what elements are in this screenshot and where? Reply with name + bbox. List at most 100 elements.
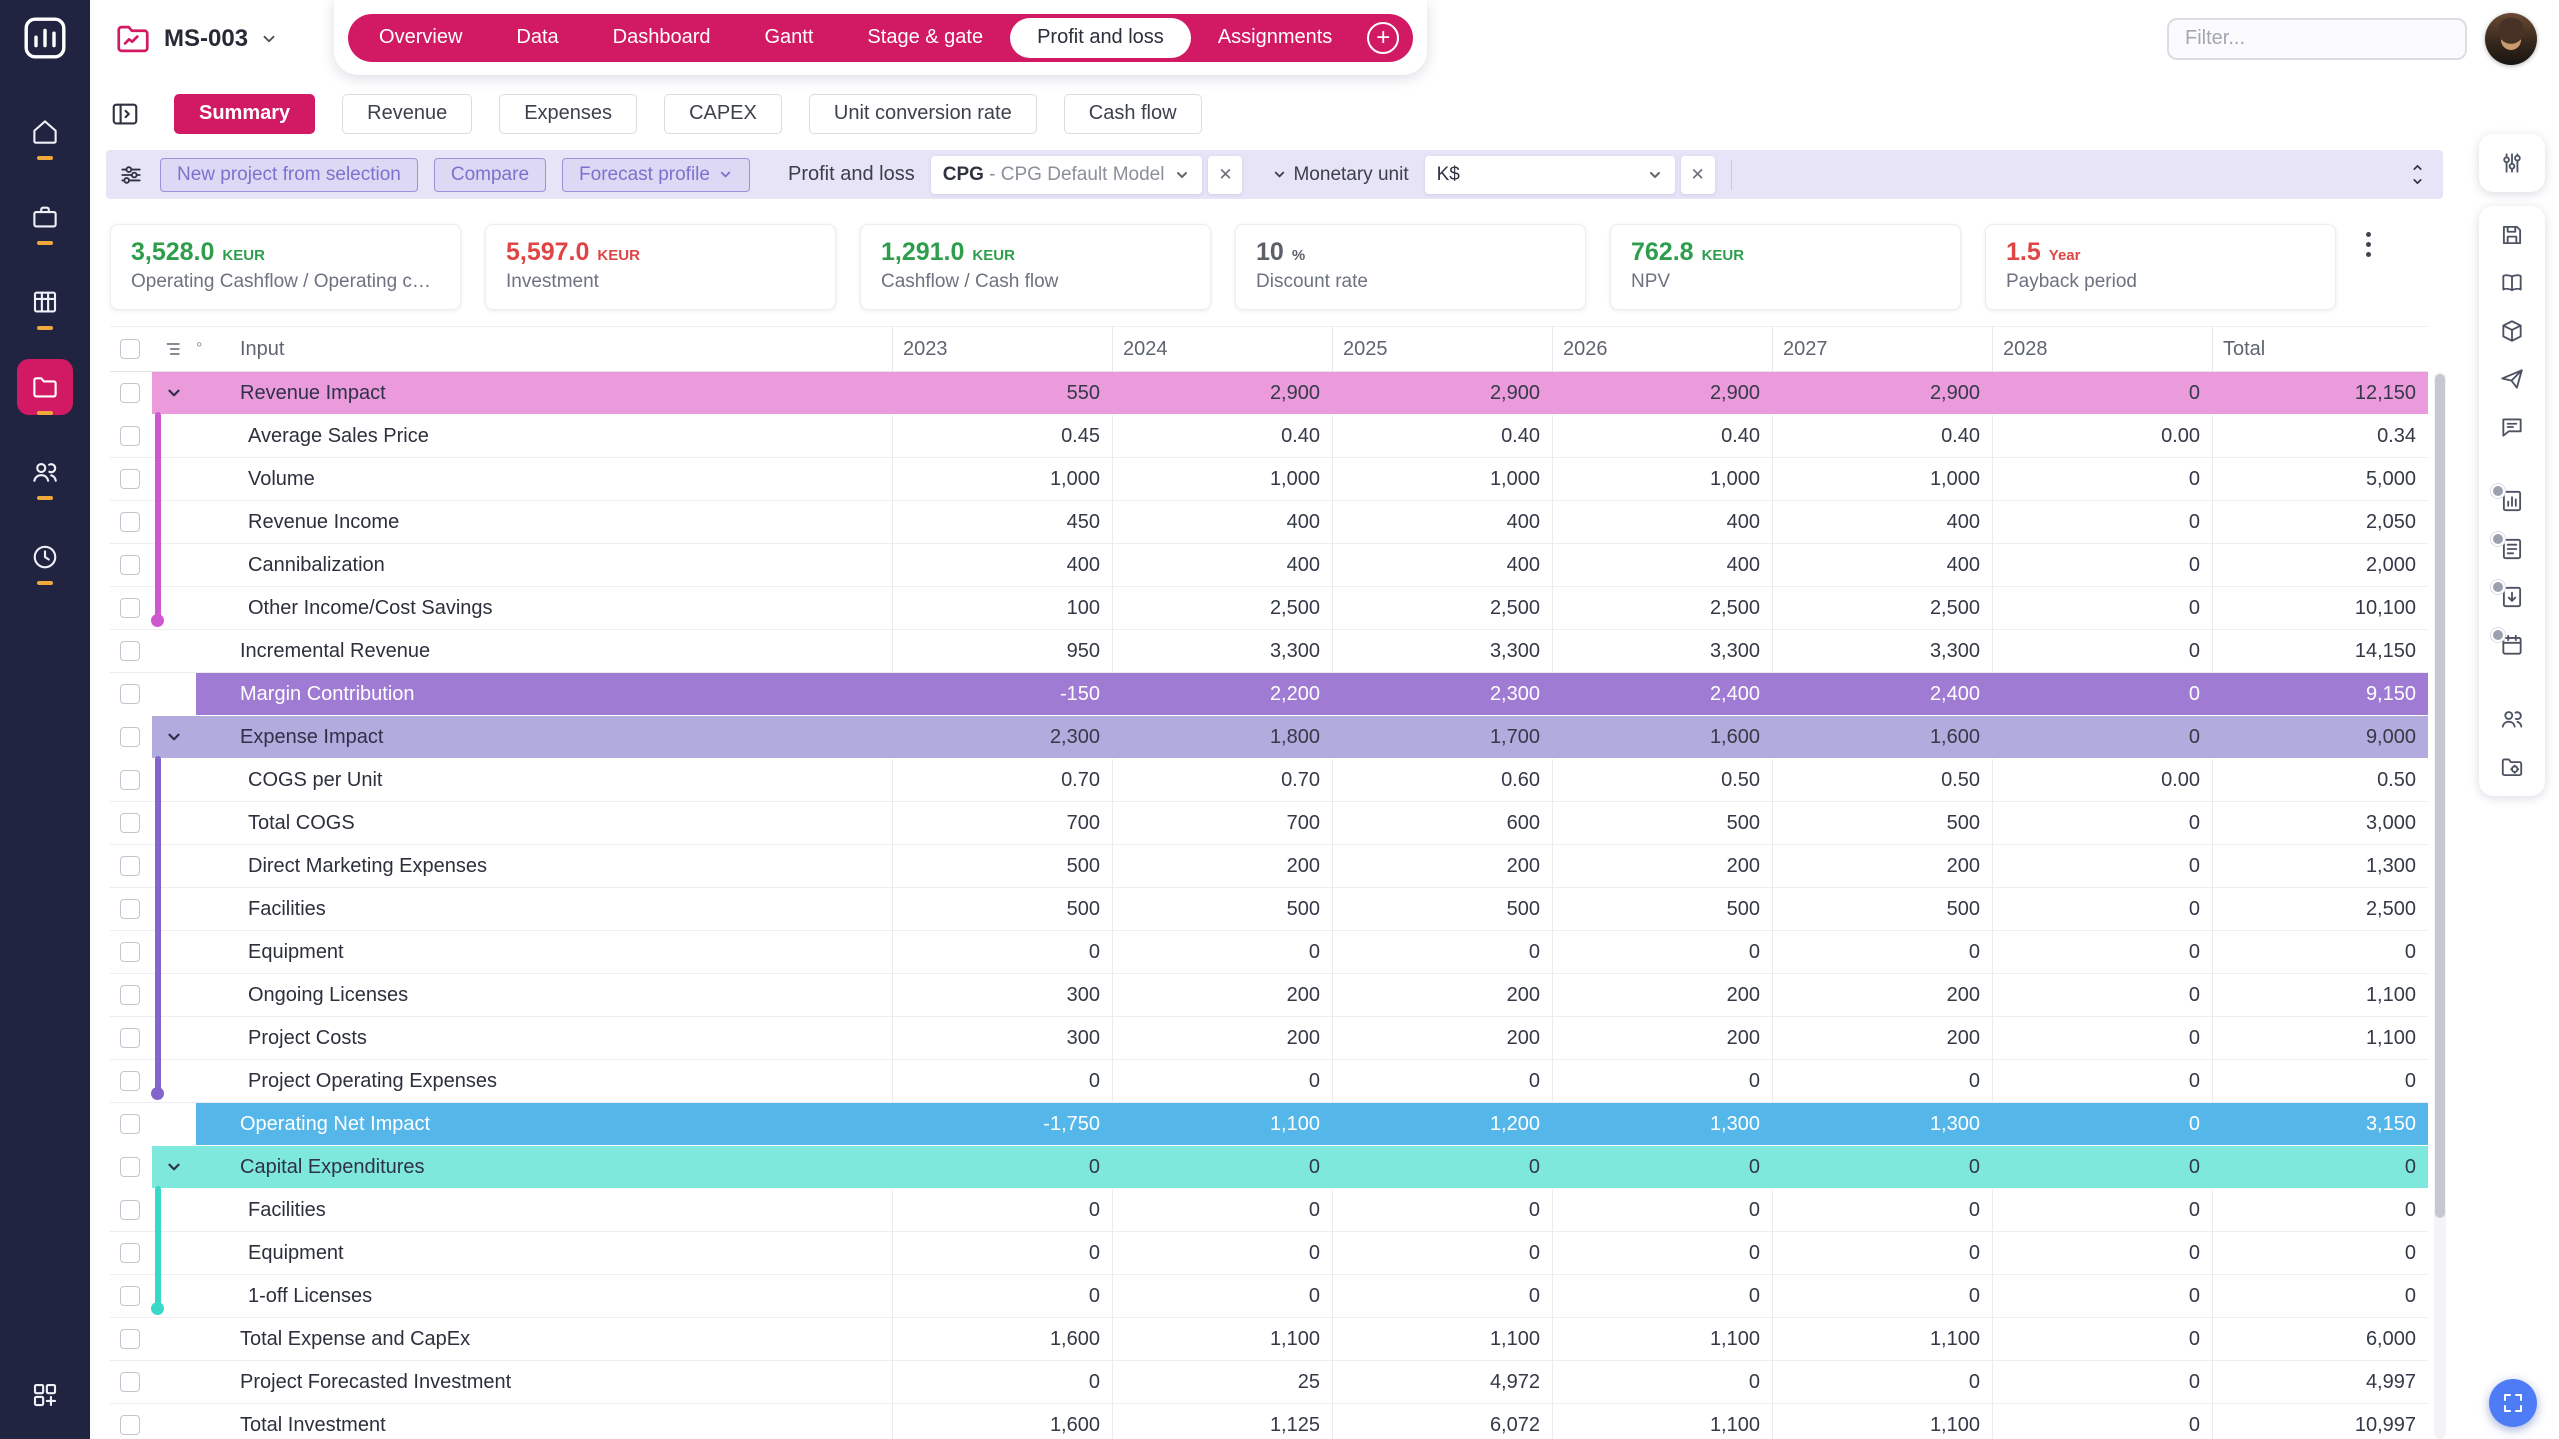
table-row[interactable]: Facilities50050050050050002,500 bbox=[110, 888, 2428, 931]
comments-icon[interactable] bbox=[2499, 414, 2525, 440]
table-row[interactable]: 1-off Licenses0000000 bbox=[110, 1275, 2428, 1318]
panel-toggle-button[interactable] bbox=[110, 99, 140, 129]
team-icon[interactable] bbox=[2499, 706, 2525, 732]
filter-sliders-icon[interactable] bbox=[118, 162, 144, 188]
project-settings-icon[interactable] bbox=[2499, 754, 2525, 780]
row-checkbox[interactable] bbox=[120, 1071, 140, 1091]
row-checkbox[interactable] bbox=[120, 770, 140, 790]
row-checkbox[interactable] bbox=[120, 899, 140, 919]
row-checkbox[interactable] bbox=[120, 383, 140, 403]
collapse-group-icon[interactable] bbox=[165, 728, 183, 746]
row-checkbox[interactable] bbox=[120, 641, 140, 661]
table-row[interactable]: Margin Contribution-1502,2002,3002,4002,… bbox=[110, 673, 2428, 716]
table-row[interactable]: Direct Marketing Expenses500200200200200… bbox=[110, 845, 2428, 888]
nav-tab[interactable]: Overview bbox=[352, 14, 489, 62]
row-checkbox[interactable] bbox=[120, 1114, 140, 1134]
column-header-2026[interactable]: 2026 bbox=[1552, 327, 1772, 371]
nav-tab[interactable]: Stage & gate bbox=[840, 14, 1010, 62]
hierarchy-icon[interactable] bbox=[164, 339, 184, 359]
column-header-2024[interactable]: 2024 bbox=[1112, 327, 1332, 371]
table-row[interactable]: Ongoing Licenses30020020020020001,100 bbox=[110, 974, 2428, 1017]
column-header-total[interactable]: Total bbox=[2212, 327, 2428, 371]
row-checkbox[interactable] bbox=[120, 942, 140, 962]
report-export-icon[interactable] bbox=[2499, 584, 2525, 610]
nav-tab[interactable]: Gantt bbox=[738, 14, 841, 62]
project-switcher[interactable]: MS-003 bbox=[114, 20, 278, 58]
nav-tab[interactable]: Dashboard bbox=[586, 14, 738, 62]
add-tab-button[interactable]: + bbox=[1367, 22, 1399, 54]
collapse-group-icon[interactable] bbox=[165, 1158, 183, 1176]
report-chart-icon[interactable] bbox=[2499, 488, 2525, 514]
sub-tab[interactable]: Revenue bbox=[342, 94, 472, 134]
table-row[interactable]: Facilities0000000 bbox=[110, 1189, 2428, 1232]
column-header-input[interactable]: Input bbox=[222, 327, 892, 371]
report-file-icon[interactable] bbox=[2499, 536, 2525, 562]
table-row[interactable]: Capital Expenditures0000000 bbox=[110, 1146, 2428, 1189]
unit-select[interactable]: K$ bbox=[1425, 156, 1675, 194]
table-row[interactable]: Equipment0000000 bbox=[110, 931, 2428, 974]
row-checkbox[interactable] bbox=[120, 1157, 140, 1177]
table-row[interactable]: Project Costs30020020020020001,100 bbox=[110, 1017, 2428, 1060]
table-row[interactable]: Expense Impact2,3001,8001,7001,6001,6000… bbox=[110, 716, 2428, 759]
send-icon[interactable] bbox=[2499, 366, 2525, 392]
row-checkbox[interactable] bbox=[120, 512, 140, 532]
table-row[interactable]: Total COGS70070060050050003,000 bbox=[110, 802, 2428, 845]
table-row[interactable]: Incremental Revenue9503,3003,3003,3003,3… bbox=[110, 630, 2428, 673]
table-row[interactable]: Other Income/Cost Savings1002,5002,5002,… bbox=[110, 587, 2428, 630]
row-checkbox[interactable] bbox=[120, 1329, 140, 1349]
row-checkbox[interactable] bbox=[120, 1200, 140, 1220]
column-header-2027[interactable]: 2027 bbox=[1772, 327, 1992, 371]
table-row[interactable]: Project Forecasted Investment0254,972000… bbox=[110, 1361, 2428, 1404]
scrollbar-thumb[interactable] bbox=[2435, 374, 2445, 1218]
row-checkbox[interactable] bbox=[120, 1372, 140, 1392]
row-checkbox[interactable] bbox=[120, 684, 140, 704]
documentation-book-icon[interactable] bbox=[2499, 270, 2525, 296]
toolbar-button[interactable]: New project from selection bbox=[160, 158, 418, 192]
column-header-2028[interactable]: 2028 bbox=[1992, 327, 2212, 371]
nav-tab[interactable]: Profit and loss bbox=[1010, 18, 1191, 58]
sub-tab[interactable]: Unit conversion rate bbox=[809, 94, 1037, 134]
sidebar-item-projects[interactable] bbox=[17, 189, 73, 245]
table-row[interactable]: Operating Net Impact-1,7501,1001,2001,30… bbox=[110, 1103, 2428, 1146]
row-checkbox[interactable] bbox=[120, 856, 140, 876]
report-calendar-icon[interactable] bbox=[2499, 632, 2525, 658]
tune-icon[interactable] bbox=[2499, 150, 2525, 176]
toolbar-button[interactable]: Compare bbox=[434, 158, 546, 192]
model-select[interactable]: CPG - CPG Default Model bbox=[931, 156, 1203, 194]
toolbar-button[interactable]: Forecast profile bbox=[562, 158, 750, 192]
select-all-checkbox[interactable] bbox=[120, 339, 140, 359]
table-row[interactable]: COGS per Unit0.700.700.600.500.500.000.5… bbox=[110, 759, 2428, 802]
table-row[interactable]: Volume1,0001,0001,0001,0001,00005,000 bbox=[110, 458, 2428, 501]
row-checkbox[interactable] bbox=[120, 1243, 140, 1263]
sub-tab[interactable]: Summary bbox=[174, 94, 315, 134]
sidebar-item-home[interactable] bbox=[17, 104, 73, 160]
package-icon[interactable] bbox=[2499, 318, 2525, 344]
row-checkbox[interactable] bbox=[120, 598, 140, 618]
nav-tab[interactable]: Data bbox=[489, 14, 585, 62]
table-row[interactable]: Revenue Income45040040040040002,050 bbox=[110, 501, 2428, 544]
sidebar-item-resources[interactable] bbox=[17, 444, 73, 500]
row-checkbox[interactable] bbox=[120, 727, 140, 747]
sidebar-item-folders[interactable] bbox=[17, 359, 73, 415]
table-row[interactable]: Revenue Impact5502,9002,9002,9002,900012… bbox=[110, 372, 2428, 415]
row-checkbox[interactable] bbox=[120, 1286, 140, 1306]
sidebar-item-portfolio[interactable] bbox=[17, 274, 73, 330]
row-checkbox[interactable] bbox=[120, 1028, 140, 1048]
kpi-menu-button[interactable] bbox=[2366, 232, 2371, 257]
row-checkbox[interactable] bbox=[120, 1415, 140, 1435]
row-checkbox[interactable] bbox=[120, 555, 140, 575]
row-checkbox[interactable] bbox=[120, 426, 140, 446]
clear-unit-button[interactable]: ✕ bbox=[1681, 156, 1715, 194]
row-checkbox[interactable] bbox=[120, 813, 140, 833]
sub-tab[interactable]: CAPEX bbox=[664, 94, 782, 134]
clear-model-button[interactable]: ✕ bbox=[1208, 156, 1242, 194]
collapse-toolbar-button[interactable] bbox=[2410, 161, 2425, 188]
sub-tab[interactable]: Expenses bbox=[499, 94, 637, 134]
save-icon[interactable] bbox=[2499, 222, 2525, 248]
table-row[interactable]: Total Investment1,6001,1256,0721,1001,10… bbox=[110, 1404, 2428, 1439]
collapse-group-icon[interactable] bbox=[165, 384, 183, 402]
nav-tab[interactable]: Assignments bbox=[1191, 14, 1360, 62]
table-row[interactable]: Cannibalization40040040040040002,000 bbox=[110, 544, 2428, 587]
table-row[interactable]: Project Operating Expenses0000000 bbox=[110, 1060, 2428, 1103]
sidebar-item-apps[interactable] bbox=[17, 1367, 73, 1423]
